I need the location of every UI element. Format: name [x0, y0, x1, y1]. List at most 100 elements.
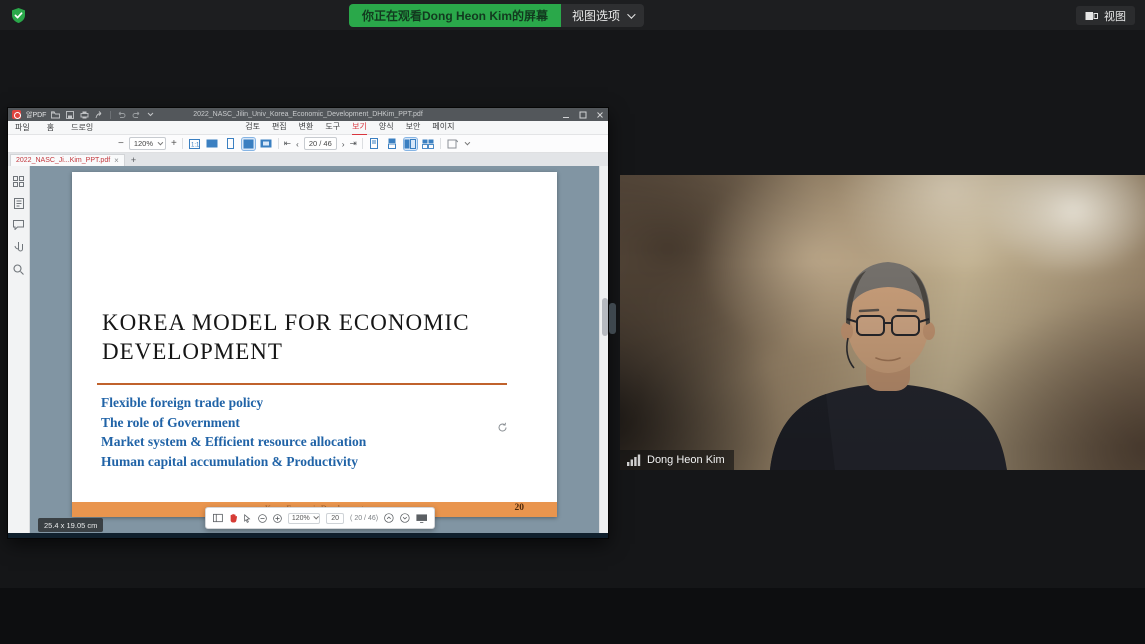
scrollbar-thumb[interactable]	[602, 298, 608, 336]
fit-width-button[interactable]	[206, 138, 219, 150]
close-button[interactable]	[596, 111, 604, 119]
toolbar-divider	[182, 138, 183, 149]
redo-icon[interactable]	[132, 111, 141, 119]
zoom-out-circle-icon[interactable]	[258, 513, 267, 524]
menu-convert[interactable]: 변환	[299, 119, 314, 136]
participant-video-tile[interactable]: Dong Heon Kim	[620, 175, 1145, 470]
meeting-control-bar: 解除静音 开启视频 7	[0, 588, 1145, 644]
bookmarks-panel-icon[interactable]	[14, 198, 24, 209]
fit-page-button-selected[interactable]	[242, 138, 255, 150]
next-page-button[interactable]: ›	[342, 139, 345, 149]
participant-name: Dong Heon Kim	[647, 454, 725, 466]
screen-share-banner: 你正在观看Dong Heon Kim的屏幕 视图选项	[349, 4, 644, 27]
share-icon[interactable]	[95, 111, 104, 119]
menu-home[interactable]: 홈	[47, 120, 54, 135]
tab-close-icon[interactable]: ×	[114, 156, 119, 165]
save-icon[interactable]	[66, 111, 74, 119]
previous-page-circle-icon[interactable]	[384, 512, 394, 524]
print-icon[interactable]	[80, 111, 89, 119]
slide-title: KOREA MODEL FOR ECONOMIC DEVELOPMENT	[102, 308, 506, 366]
slide-bullet-list: Flexible foreign trade policy The role o…	[101, 393, 521, 471]
sidebar-toggle-icon[interactable]	[213, 513, 223, 523]
zoom-level-value: 120%	[134, 139, 153, 148]
menu-forms[interactable]: 양식	[379, 119, 394, 136]
toolbar-divider	[278, 138, 279, 149]
pdf-left-rail	[8, 166, 30, 538]
select-annotate-tool-icon[interactable]	[243, 513, 252, 524]
view-options-label: 视图选项	[572, 7, 620, 24]
share-region-scroll-handle[interactable]	[609, 303, 616, 334]
single-page-layout-button[interactable]	[368, 138, 381, 150]
chevron-down-icon	[313, 514, 318, 519]
float-zoom-combo[interactable]: 120%	[288, 513, 320, 524]
zoom-in-circle-icon[interactable]	[273, 513, 282, 524]
open-folder-icon[interactable]	[51, 111, 60, 119]
pdf-viewer-window: 알PDF 2022_NASC_Jilin_Univ_Korea_Economic…	[8, 108, 608, 538]
participant-name-tag: Dong Heon Kim	[620, 450, 734, 470]
actual-size-button[interactable]: 1:1	[188, 138, 201, 150]
toolbar-divider	[440, 138, 441, 149]
menu-edit[interactable]: 편집	[272, 119, 287, 136]
first-page-button[interactable]: ⇤	[284, 138, 291, 149]
view-button-label: 视图	[1104, 8, 1126, 24]
thumbnails-panel-icon[interactable]	[13, 176, 24, 187]
zoom-level-combo[interactable]: 120%	[129, 137, 166, 150]
menu-view-active[interactable]: 보기	[352, 119, 367, 136]
full-screen-button[interactable]	[260, 138, 273, 150]
chevron-down-icon	[627, 10, 635, 18]
float-page-input[interactable]: 20	[326, 513, 344, 524]
menu-security[interactable]: 보안	[406, 119, 421, 136]
menu-file[interactable]: 파일	[15, 120, 30, 135]
menu-pages[interactable]: 페이지	[432, 119, 454, 136]
menu-drawing[interactable]: 드로잉	[71, 120, 93, 135]
busy-cursor-icon	[497, 422, 508, 433]
pdf-tabbar: 2022_NASC_Ji...Kim_PPT.pdf × +	[8, 153, 608, 166]
menu-tools[interactable]: 도구	[325, 119, 340, 136]
pdf-page-20: KOREA MODEL FOR ECONOMIC DEVELOPMENT Fle…	[72, 172, 557, 517]
menu-review[interactable]: 검토	[245, 119, 260, 136]
window-bottom-edge	[8, 533, 608, 538]
zoom-meeting-screen: 你正在观看Dong Heon Kim的屏幕 视图选项 视图 알PDF	[0, 0, 1145, 644]
next-page-circle-icon[interactable]	[400, 512, 410, 524]
pdf-document-viewport: KOREA MODEL FOR ECONOMIC DEVELOPMENT Fle…	[8, 166, 608, 538]
undo-icon[interactable]	[117, 111, 126, 119]
slide-bullet: Flexible foreign trade policy	[101, 393, 521, 413]
zoom-in-button[interactable]: +	[171, 139, 177, 149]
minimize-button[interactable]	[562, 111, 570, 119]
rotate-view-button[interactable]	[446, 138, 459, 150]
presentation-mode-icon[interactable]	[416, 513, 427, 524]
qat-divider	[110, 111, 111, 119]
page-number-box[interactable]: 20 / 46	[304, 137, 337, 150]
slide-bullet: Market system & Efficient resource alloc…	[101, 432, 521, 452]
continuous-layout-button[interactable]	[386, 138, 399, 150]
attachments-panel-icon[interactable]	[14, 241, 23, 253]
toolbar-divider	[362, 138, 363, 149]
qat-caret-icon[interactable]	[147, 112, 154, 117]
maximize-button[interactable]	[579, 111, 587, 119]
svg-text:1:1: 1:1	[191, 142, 200, 148]
fit-height-button[interactable]	[224, 138, 237, 150]
two-page-layout-button-selected[interactable]	[404, 138, 417, 150]
banner-label: 你正在观看Dong Heon Kim的屏幕	[362, 7, 548, 24]
chevron-down-icon	[158, 139, 164, 145]
comments-panel-icon[interactable]	[13, 220, 24, 230]
zoom-out-button[interactable]: −	[118, 139, 124, 149]
previous-page-button[interactable]: ‹	[296, 139, 299, 149]
last-page-button[interactable]: ⇥	[350, 138, 357, 149]
alpdf-app-icon	[12, 110, 21, 119]
security-shield-icon[interactable]	[10, 7, 27, 24]
hand-pan-tool-icon[interactable]	[229, 512, 237, 524]
new-tab-button[interactable]: +	[131, 155, 136, 165]
pdf-menubar: 파일 홈 드로잉 검토 편집 변환 도구 보기 양식 보안 페이지	[8, 121, 608, 135]
slide-bullet: Human capital accumulation & Productivit…	[101, 452, 521, 472]
search-panel-icon[interactable]	[13, 264, 24, 275]
document-tab-active[interactable]: 2022_NASC_Ji...Kim_PPT.pdf ×	[10, 154, 125, 166]
two-page-continuous-button[interactable]	[422, 138, 435, 150]
chevron-down-icon[interactable]	[464, 139, 470, 145]
slide-page-number: 20	[515, 503, 525, 513]
document-canvas[interactable]: KOREA MODEL FOR ECONOMIC DEVELOPMENT Fle…	[31, 166, 599, 538]
view-button[interactable]: 视图	[1076, 6, 1135, 25]
view-options-button[interactable]: 视图选项	[561, 4, 644, 27]
document-scrollbar[interactable]	[599, 166, 608, 538]
connection-signal-icon	[627, 454, 641, 466]
